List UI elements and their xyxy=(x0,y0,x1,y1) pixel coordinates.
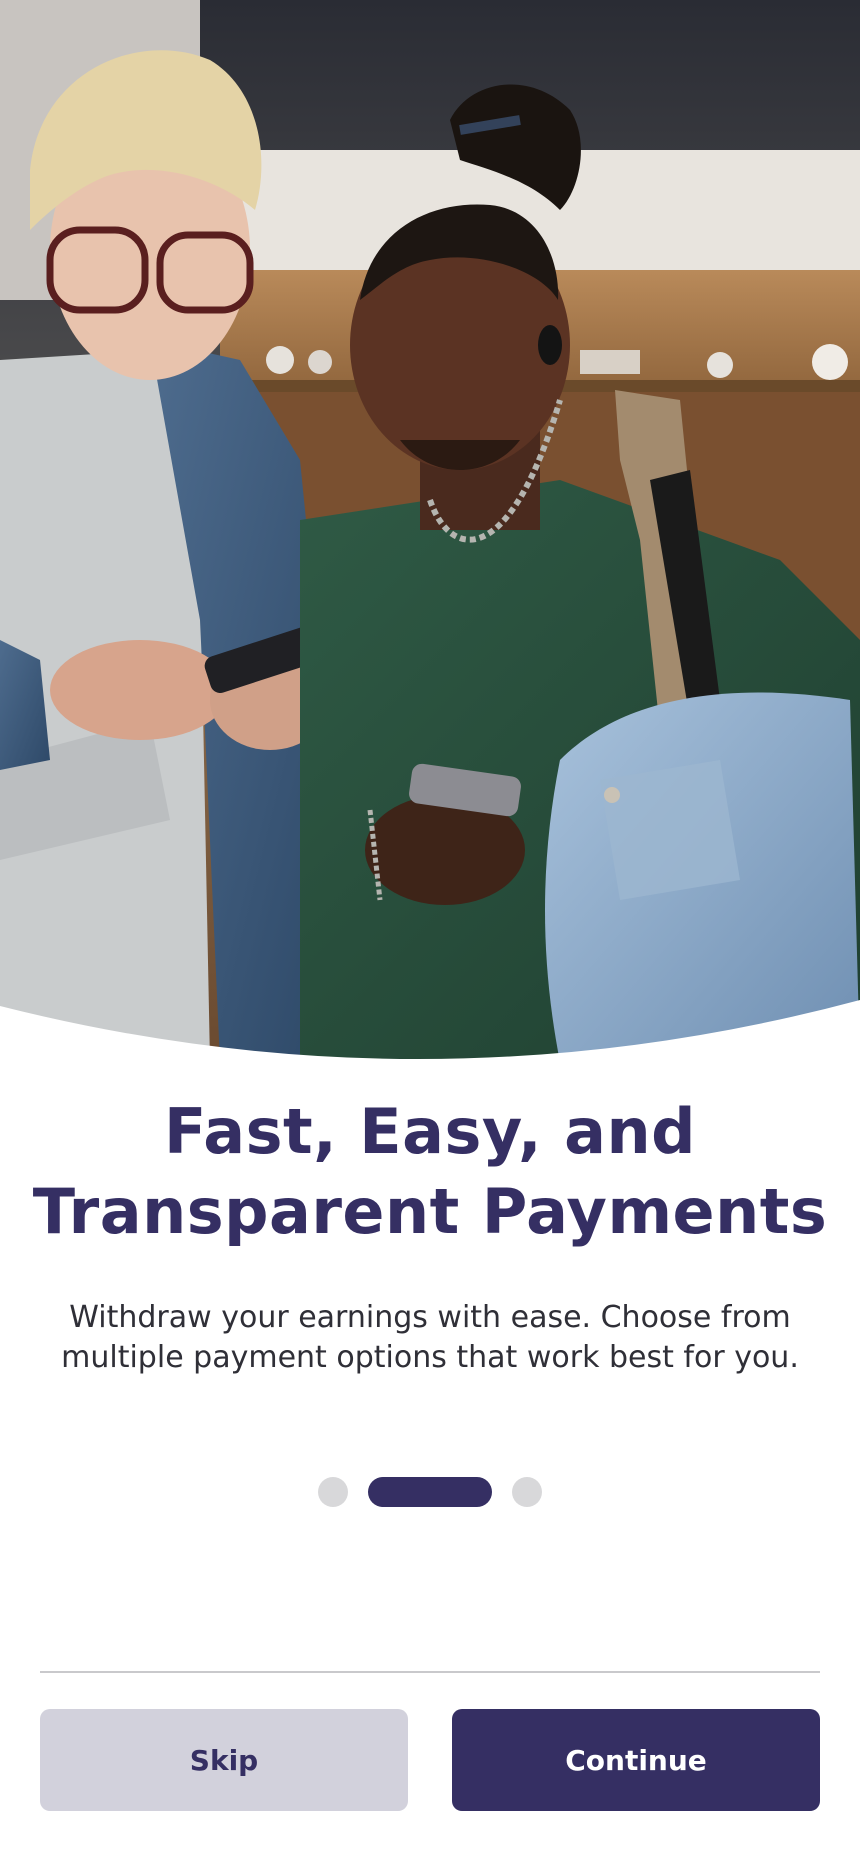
continue-button-label: Continue xyxy=(565,1743,707,1777)
title-line-2: Transparent Payments xyxy=(32,1175,828,1248)
page-dot-1[interactable] xyxy=(318,1477,348,1507)
page-indicator xyxy=(0,1476,860,1508)
footer-divider xyxy=(40,1671,820,1673)
skip-button-label: Skip xyxy=(189,1743,259,1777)
continue-button[interactable]: Continue xyxy=(452,1709,820,1811)
onboarding-description: Withdraw your earnings with ease. Choose… xyxy=(61,1300,799,1375)
onboarding-title: Fast, Easy, and Transparent Payments xyxy=(0,1092,860,1252)
skip-button[interactable]: Skip xyxy=(40,1709,408,1811)
hero-photo xyxy=(0,0,860,1062)
title-line-1: Fast, Easy, and xyxy=(164,1095,696,1168)
page-dot-2-active[interactable] xyxy=(368,1477,492,1507)
page-dot-3[interactable] xyxy=(512,1477,542,1507)
